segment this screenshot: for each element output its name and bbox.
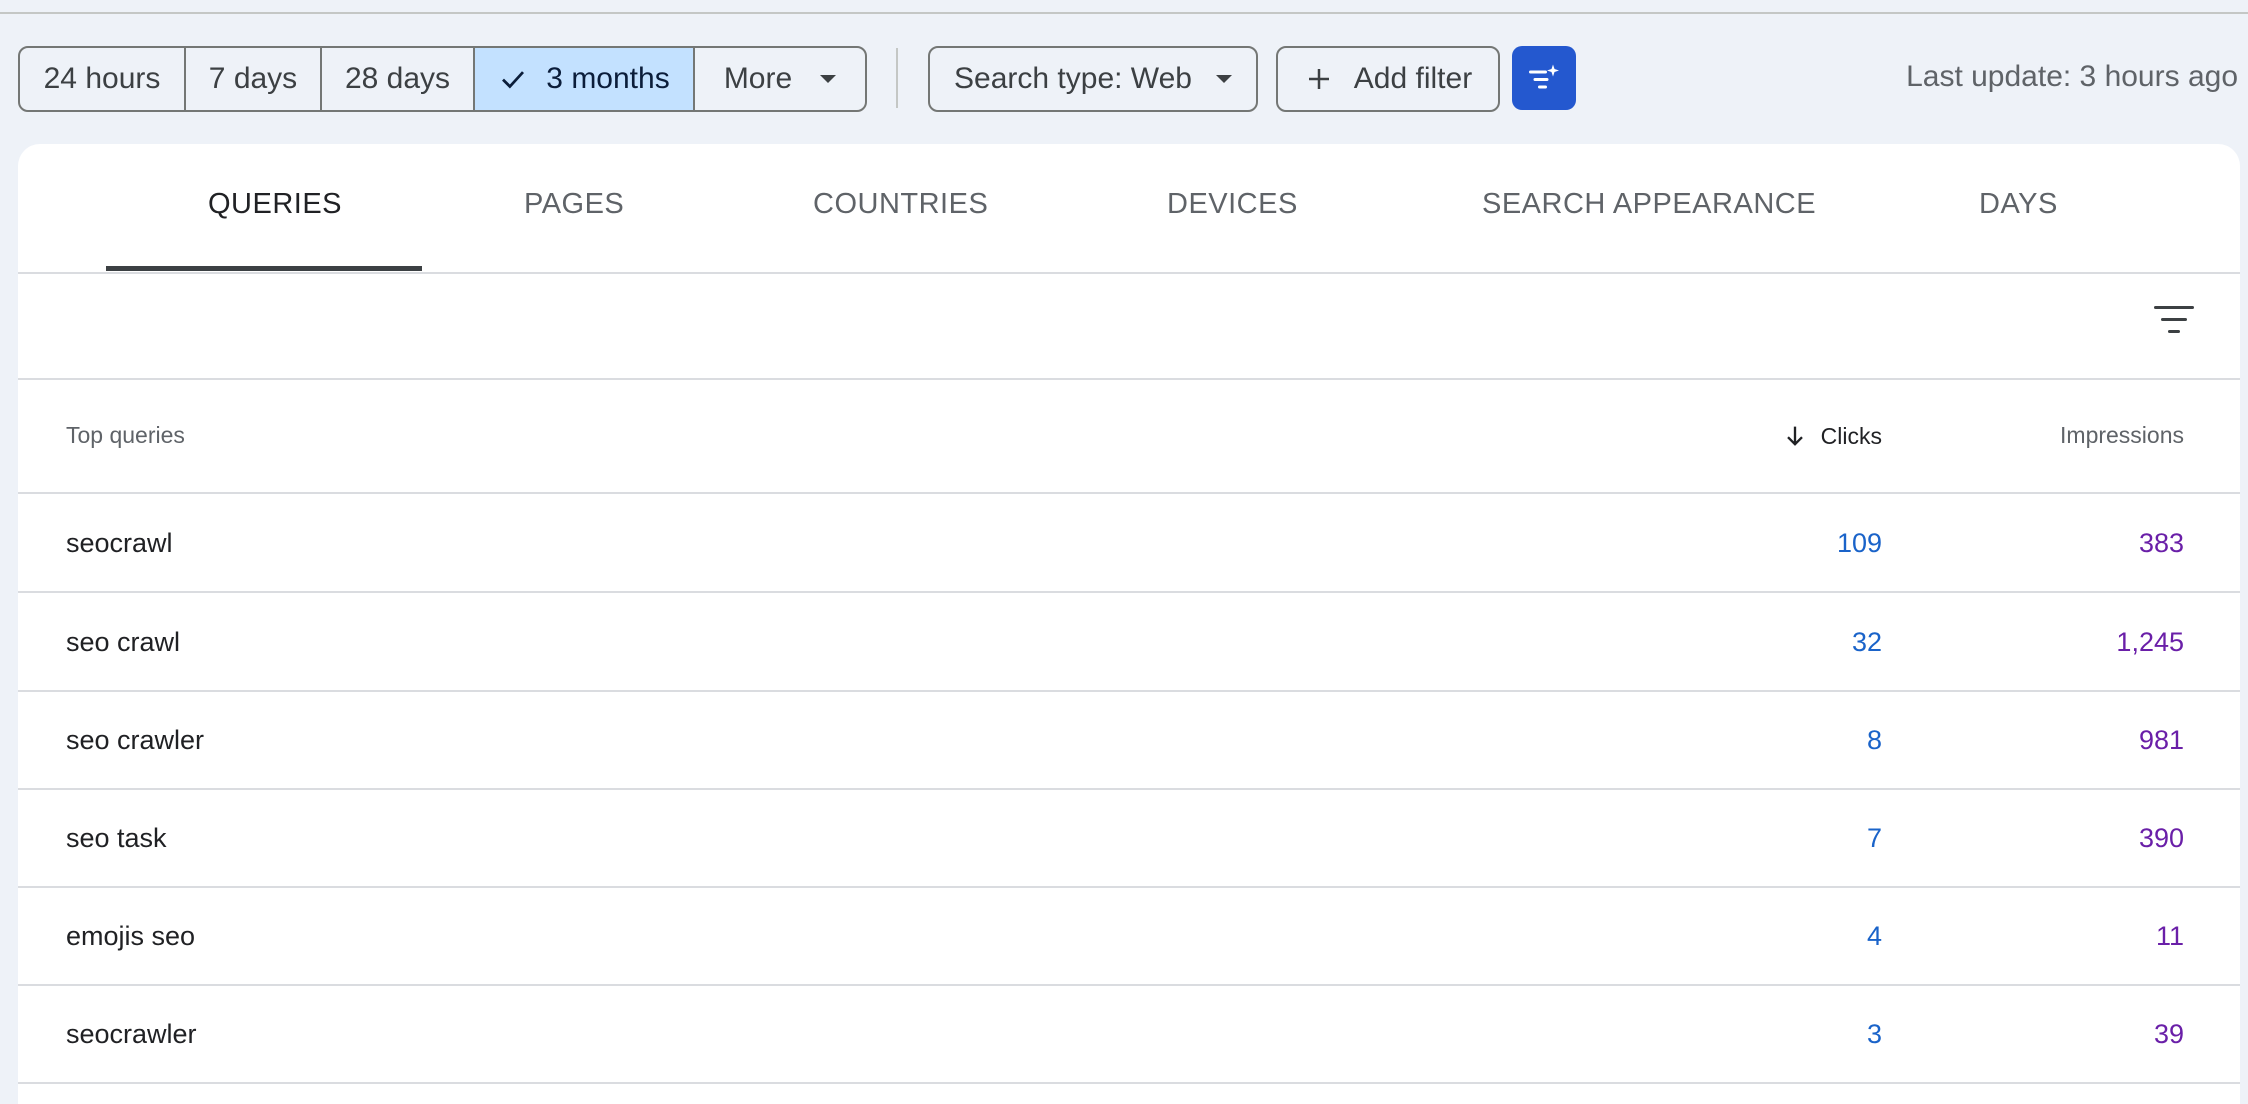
active-tab-indicator	[106, 266, 422, 271]
clicks-cell: 7	[1866, 823, 1882, 853]
table-row[interactable]: seocrawler 3 39	[18, 985, 2240, 1084]
check-icon	[502, 71, 525, 89]
toolbar-divider	[896, 48, 898, 108]
table-row[interactable]: emojis seo 4 11	[18, 887, 2240, 986]
range-3-months-button[interactable]: 3 months	[475, 48, 695, 110]
dropdown-caret-icon	[1215, 75, 1232, 83]
impressions-cell: 383	[2138, 528, 2184, 558]
header-clicks-sort[interactable]: Clicks	[1781, 422, 1882, 450]
table-row[interactable]: seocrawl 109 383	[18, 494, 2240, 593]
impressions-cell: 981	[2138, 725, 2184, 755]
impressions-cell: 39	[2153, 1019, 2184, 1049]
query-cell: seo crawler	[66, 725, 205, 755]
table-row[interactable]: seo task 7 390	[18, 789, 2240, 888]
add-filter-button[interactable]: Add filter	[1276, 46, 1500, 112]
table-header: Top queries Clicks Impressions	[18, 380, 2240, 494]
tab-days[interactable]: DAYS	[1979, 188, 2058, 221]
tab-countries[interactable]: COUNTRIES	[813, 188, 988, 221]
query-cell: seocrawl	[66, 528, 173, 558]
date-range-segmented-control: 24 hours 7 days 28 days 3 months More	[18, 46, 867, 112]
filter-sparkle-icon	[1529, 64, 1559, 89]
clicks-cell: 3	[1866, 1019, 1882, 1049]
more-label: More	[723, 62, 793, 95]
dimension-tabs: QUERIES PAGES COUNTRIES DEVICES SEARCH A…	[18, 144, 2240, 274]
filter-list-icon[interactable]	[2154, 304, 2194, 336]
tab-devices[interactable]: DEVICES	[1167, 188, 1298, 221]
table-row[interactable]: seo crawler 8 981	[18, 691, 2240, 790]
table-filter-row	[18, 274, 2240, 380]
query-cell: seo crawl	[66, 627, 181, 657]
query-cell: seocrawler	[66, 1019, 197, 1049]
tab-queries[interactable]: QUERIES	[208, 188, 342, 221]
impressions-cell: 1,245	[2116, 627, 2184, 657]
sort-arrow-down-icon	[1786, 426, 1803, 446]
range-28-days-button[interactable]: 28 days	[322, 48, 475, 110]
search-type-dropdown[interactable]: Search type: Web	[928, 46, 1258, 112]
table-row[interactable]: seo crawl 32 1,245	[18, 593, 2240, 692]
range-3-months-label: 3 months	[546, 62, 670, 95]
impressions-cell: 390	[2138, 823, 2184, 853]
top-divider	[0, 12, 2248, 14]
query-cell: emojis seo	[66, 921, 196, 951]
range-7-days-button[interactable]: 7 days	[186, 48, 322, 110]
header-top-queries: Top queries	[66, 422, 185, 448]
clicks-cell: 8	[1866, 725, 1882, 755]
more-ranges-dropdown[interactable]: More	[695, 48, 865, 110]
last-update-text: Last update: 3 hours ago	[1906, 60, 2238, 93]
clicks-cell: 32	[1851, 627, 1882, 657]
plus-icon	[1308, 69, 1329, 89]
date-filter-toolbar: 24 hours 7 days 28 days 3 months More Se…	[18, 46, 2238, 112]
tab-pages[interactable]: PAGES	[524, 188, 624, 221]
clicks-cell: 4	[1866, 921, 1882, 951]
header-clicks-label: Clicks	[1820, 422, 1882, 449]
query-cell: seo task	[66, 823, 167, 853]
dropdown-caret-icon	[820, 75, 837, 83]
filter-sparkle-button[interactable]	[1512, 46, 1576, 110]
clicks-cell: 109	[1836, 528, 1882, 558]
performance-table-card: QUERIES PAGES COUNTRIES DEVICES SEARCH A…	[18, 144, 2240, 1104]
header-impressions[interactable]: Impressions	[2060, 422, 2184, 449]
tab-search-appearance[interactable]: SEARCH APPEARANCE	[1482, 188, 1816, 221]
range-24-hours-button[interactable]: 24 hours	[20, 48, 186, 110]
add-filter-label: Add filter	[1353, 62, 1473, 95]
impressions-cell: 11	[2155, 921, 2184, 951]
search-type-label: Search type: Web	[954, 62, 1192, 95]
